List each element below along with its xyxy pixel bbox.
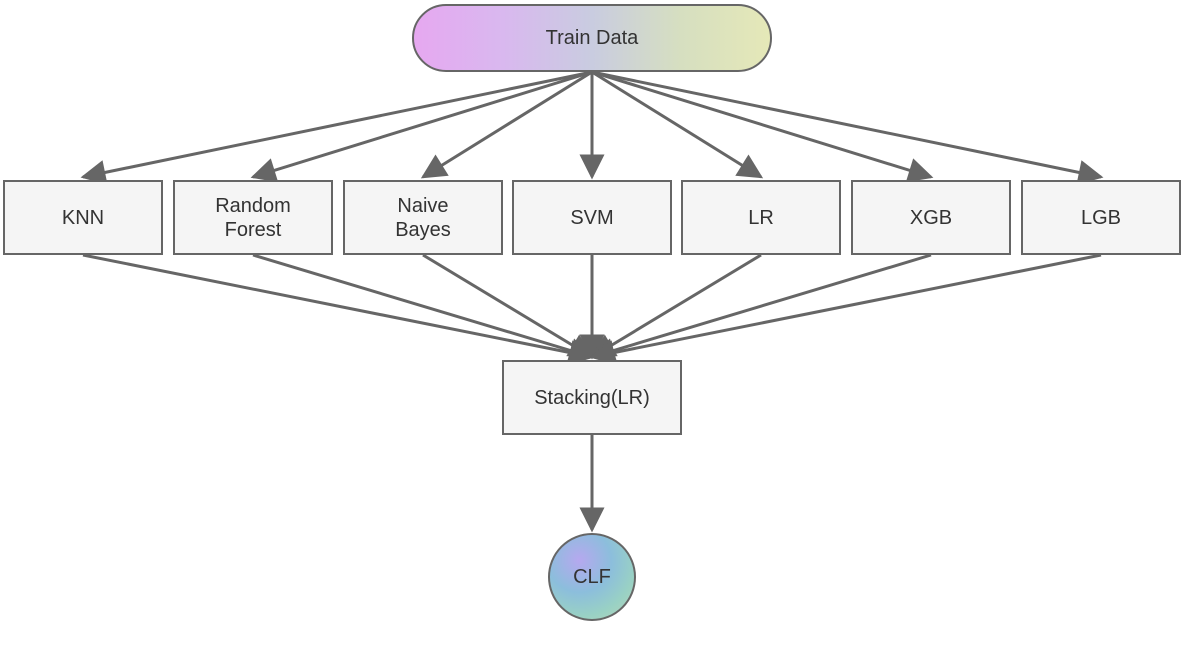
node-label: KNN <box>62 206 104 230</box>
node-label: Naive Bayes <box>395 194 451 242</box>
edges-top <box>83 72 1101 177</box>
node-label: SVM <box>570 206 613 230</box>
node-label: LR <box>748 206 774 230</box>
edges-mid <box>83 255 1101 357</box>
node-lgb: LGB <box>1021 180 1181 255</box>
node-label: XGB <box>910 206 952 230</box>
node-label: LGB <box>1081 206 1121 230</box>
node-label: CLF <box>573 565 611 589</box>
node-xgb: XGB <box>851 180 1011 255</box>
node-label: Stacking(LR) <box>534 386 650 410</box>
node-random-forest: Random Forest <box>173 180 333 255</box>
node-train-data: Train Data <box>412 4 772 72</box>
node-svm: SVM <box>512 180 672 255</box>
diagram-canvas: Train Data KNN Random Forest Naive Bayes… <box>0 0 1184 645</box>
node-knn: KNN <box>3 180 163 255</box>
node-lr: LR <box>681 180 841 255</box>
node-label: Random Forest <box>215 194 291 242</box>
node-label: Train Data <box>546 26 639 50</box>
node-clf: CLF <box>548 533 636 621</box>
node-naive-bayes: Naive Bayes <box>343 180 503 255</box>
node-stacking: Stacking(LR) <box>502 360 682 435</box>
